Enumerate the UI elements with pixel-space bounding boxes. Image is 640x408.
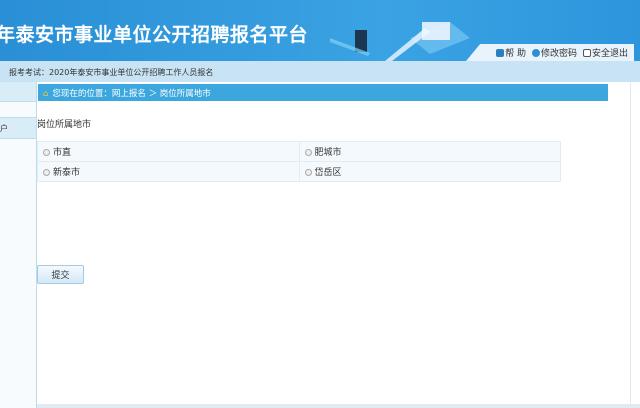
radio-button[interactable]: [43, 169, 50, 176]
radio-button[interactable]: [43, 149, 50, 156]
location-options: 市直 肥城市 新泰市 岱岳区: [37, 141, 561, 182]
radio-button[interactable]: [304, 149, 312, 156]
help-label: 帮 助: [505, 49, 526, 59]
option-daiyue[interactable]: 岱岳区: [298, 161, 561, 182]
header: 年泰安市事业单位公开招聘报名平台 帮 助 修改密码 安全退出: [0, 0, 640, 61]
option-xintai[interactable]: 新泰市: [37, 161, 300, 182]
change-password-link[interactable]: 修改密码: [531, 46, 577, 61]
top-links: 帮 助 修改密码 安全退出: [466, 44, 634, 61]
radio-button[interactable]: [304, 169, 312, 176]
help-link[interactable]: 帮 助: [496, 46, 526, 61]
option-shizhi[interactable]: 市直: [37, 141, 300, 162]
option-label: 肥城市: [314, 148, 342, 158]
header-illustration-icon: [330, 22, 470, 61]
logout-link[interactable]: 安全退出: [582, 46, 628, 61]
sidebar-item-active[interactable]: 户: [0, 117, 36, 139]
change-password-label: 修改密码: [540, 49, 577, 59]
exit-icon: [582, 49, 591, 57]
lock-icon: [496, 49, 505, 57]
platform-title: 年泰安市事业单位公开招聘报名平台: [0, 24, 309, 46]
section-title: 岗位所属地市: [37, 120, 92, 130]
breadcrumb-text: 您现在的位置：网上报名 ＞ 岗位所属地市: [52, 89, 211, 99]
breadcrumb: ⌂ 您现在的位置：网上报名 ＞ 岗位所属地市: [38, 84, 608, 101]
option-label: 新泰市: [53, 168, 81, 178]
sidebar: 户: [0, 82, 37, 408]
exam-info-bar: 报考考试：2020年泰安市事业单位公开招聘工作人员报名: [0, 61, 640, 82]
logout-label: 安全退出: [591, 49, 628, 59]
option-label: 市直: [53, 148, 72, 158]
option-label: 岱岳区: [314, 168, 342, 178]
submit-button[interactable]: 提交: [37, 265, 84, 284]
bottom-border: [37, 404, 640, 408]
sidebar-item[interactable]: [0, 82, 36, 102]
help-icon: [531, 49, 540, 57]
divider: [630, 82, 631, 408]
home-icon: ⌂: [43, 89, 49, 99]
option-feicheng[interactable]: 肥城市: [298, 141, 561, 162]
